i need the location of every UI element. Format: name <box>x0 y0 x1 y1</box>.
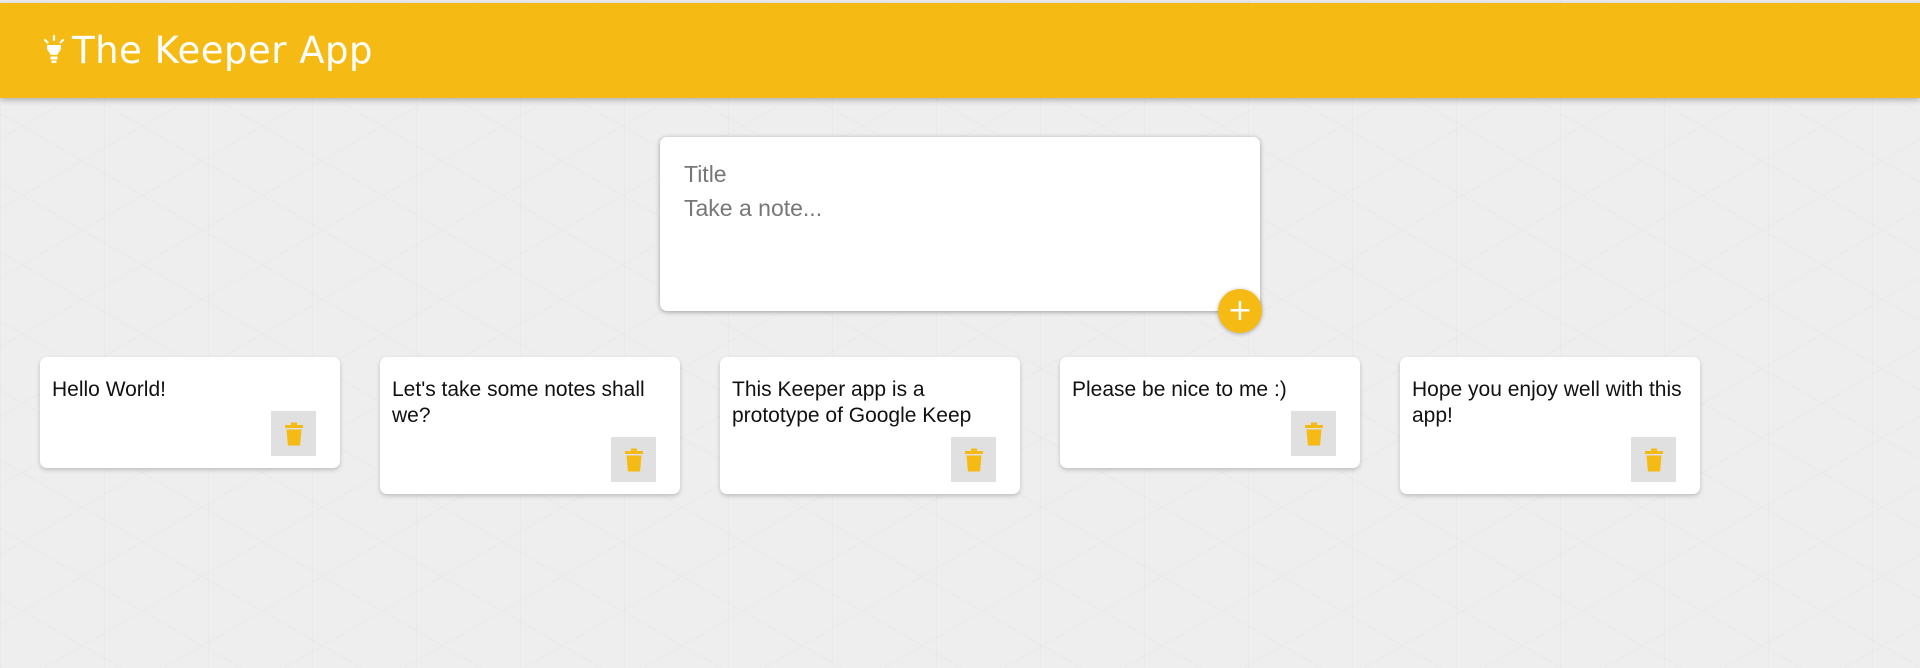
note-card: Hope you enjoy well with this app! <box>1400 357 1700 494</box>
delete-note-button[interactable] <box>1631 437 1676 482</box>
lightbulb-icon <box>42 32 66 70</box>
delete-note-button[interactable] <box>271 411 316 456</box>
trash-icon <box>624 448 643 471</box>
trash-icon <box>1644 448 1663 471</box>
delete-note-button[interactable] <box>1291 411 1336 456</box>
note-title-input[interactable] <box>684 157 1236 191</box>
note-content-input[interactable] <box>684 195 1236 275</box>
note-card: This Keeper app is a prototype of Google… <box>720 357 1020 494</box>
app-title: The Keeper App <box>72 29 374 72</box>
note-content: This Keeper app is a prototype of Google… <box>732 378 972 427</box>
note-content: Hello World! <box>52 378 166 401</box>
note-content: Let's take some notes shall we? <box>392 378 651 427</box>
delete-note-button[interactable] <box>611 437 656 482</box>
trash-icon <box>964 448 983 471</box>
trash-icon <box>284 422 303 445</box>
note-content: Hope you enjoy well with this app! <box>1412 378 1688 427</box>
notes-list: Hello World! Let's take some notes shall… <box>40 357 1700 494</box>
plus-icon: + <box>1227 293 1253 328</box>
delete-note-button[interactable] <box>951 437 996 482</box>
add-note-button[interactable]: + <box>1218 289 1262 333</box>
note-card: Hello World! <box>40 357 340 468</box>
note-content: Please be nice to me :) <box>1072 378 1287 401</box>
trash-icon <box>1304 422 1323 445</box>
app-header: The Keeper App <box>0 3 1920 98</box>
note-card: Please be nice to me :) <box>1060 357 1360 468</box>
create-note-form: + <box>660 137 1262 333</box>
note-card: Let's take some notes shall we? <box>380 357 680 494</box>
